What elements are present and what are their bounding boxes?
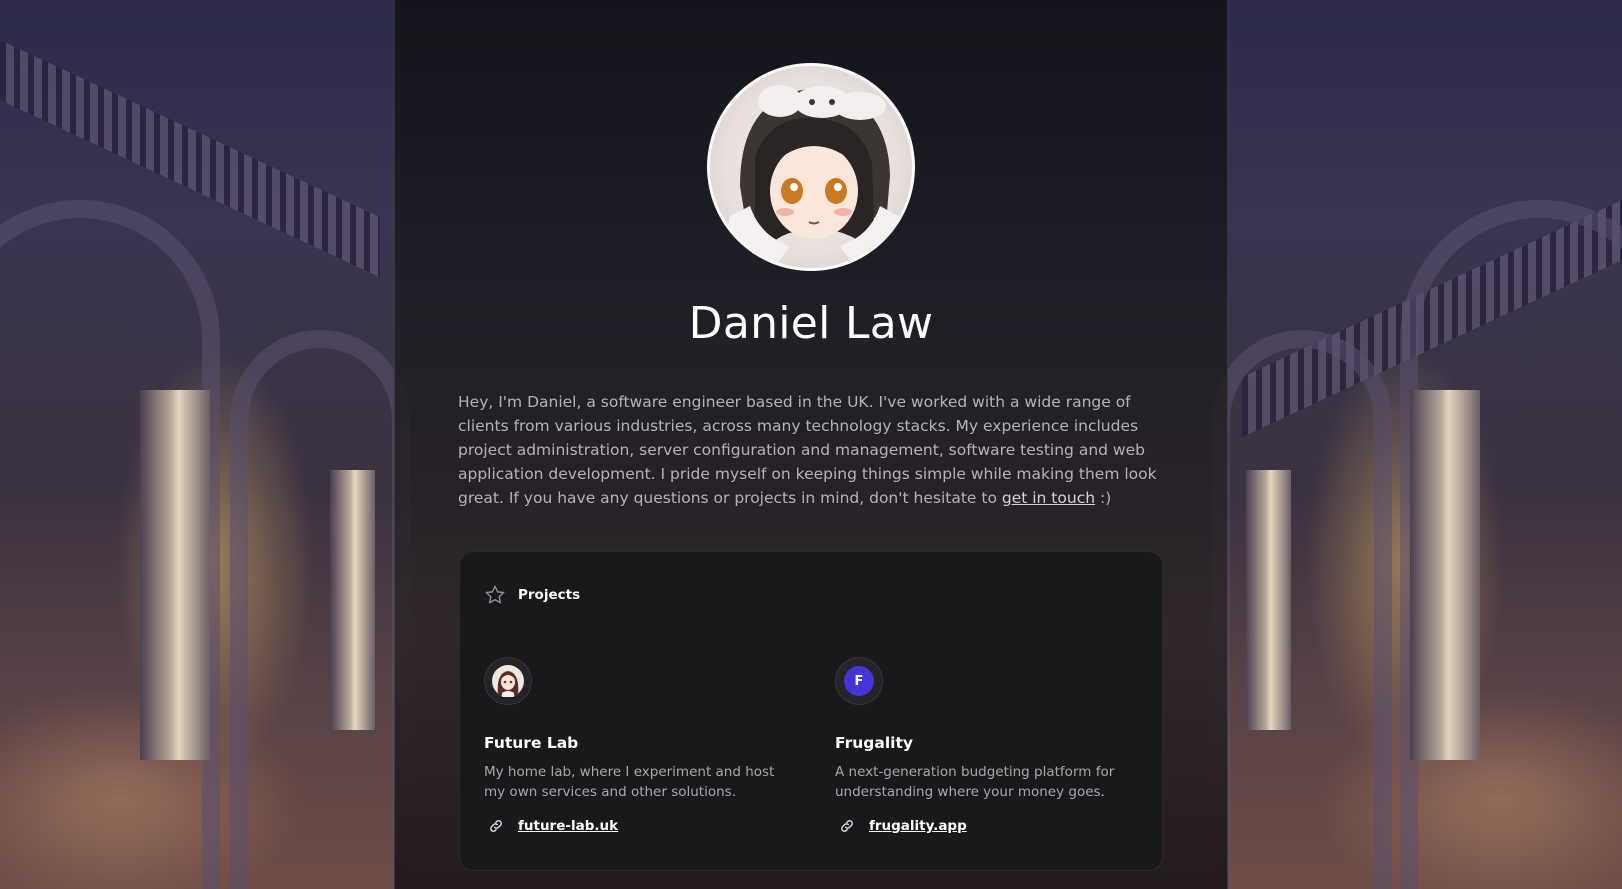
get-in-touch-link[interactable]: get in touch [1002, 489, 1095, 507]
arch-right-2 [1212, 330, 1392, 889]
profile-avatar [707, 63, 915, 271]
pillar-left [140, 390, 210, 760]
future-lab-logo-icon [484, 657, 532, 705]
project-link-frugality[interactable]: frugality.app [835, 818, 1155, 834]
pillar-right [1410, 390, 1480, 760]
projects-card-header: Projects [484, 584, 580, 606]
project-description: My home lab, where I experiment and host… [484, 764, 775, 800]
bio-paragraph: Hey, I'm Daniel, a software engineer bas… [458, 390, 1163, 510]
pillar-right-2 [1246, 470, 1291, 730]
link-icon [841, 820, 853, 832]
pillar-left-2 [330, 470, 375, 730]
page-title: Daniel Law [688, 298, 934, 349]
arch-left-2 [230, 330, 410, 889]
project-link-label: frugality.app [869, 818, 967, 834]
project-future-lab: Future Lab My home lab, where I experime… [484, 657, 804, 834]
project-description: A next-generation budgeting platform for… [835, 764, 1115, 800]
project-link-future-lab[interactable]: future-lab.uk [484, 818, 804, 834]
bio-suffix: :) [1095, 489, 1112, 507]
star-icon [485, 585, 505, 604]
frugality-badge: F [844, 666, 874, 696]
frugality-logo-icon: F [835, 657, 883, 705]
project-name: Future Lab [484, 734, 579, 752]
project-name: Frugality [835, 734, 913, 752]
link-icon [490, 820, 502, 832]
project-frugality: F Frugality A next-generation budgeting … [835, 657, 1155, 834]
projects-card-title: Projects [518, 587, 581, 603]
project-link-label: future-lab.uk [518, 818, 619, 834]
projects-card: Projects Future Lab My home lab, where I… [459, 551, 1163, 871]
